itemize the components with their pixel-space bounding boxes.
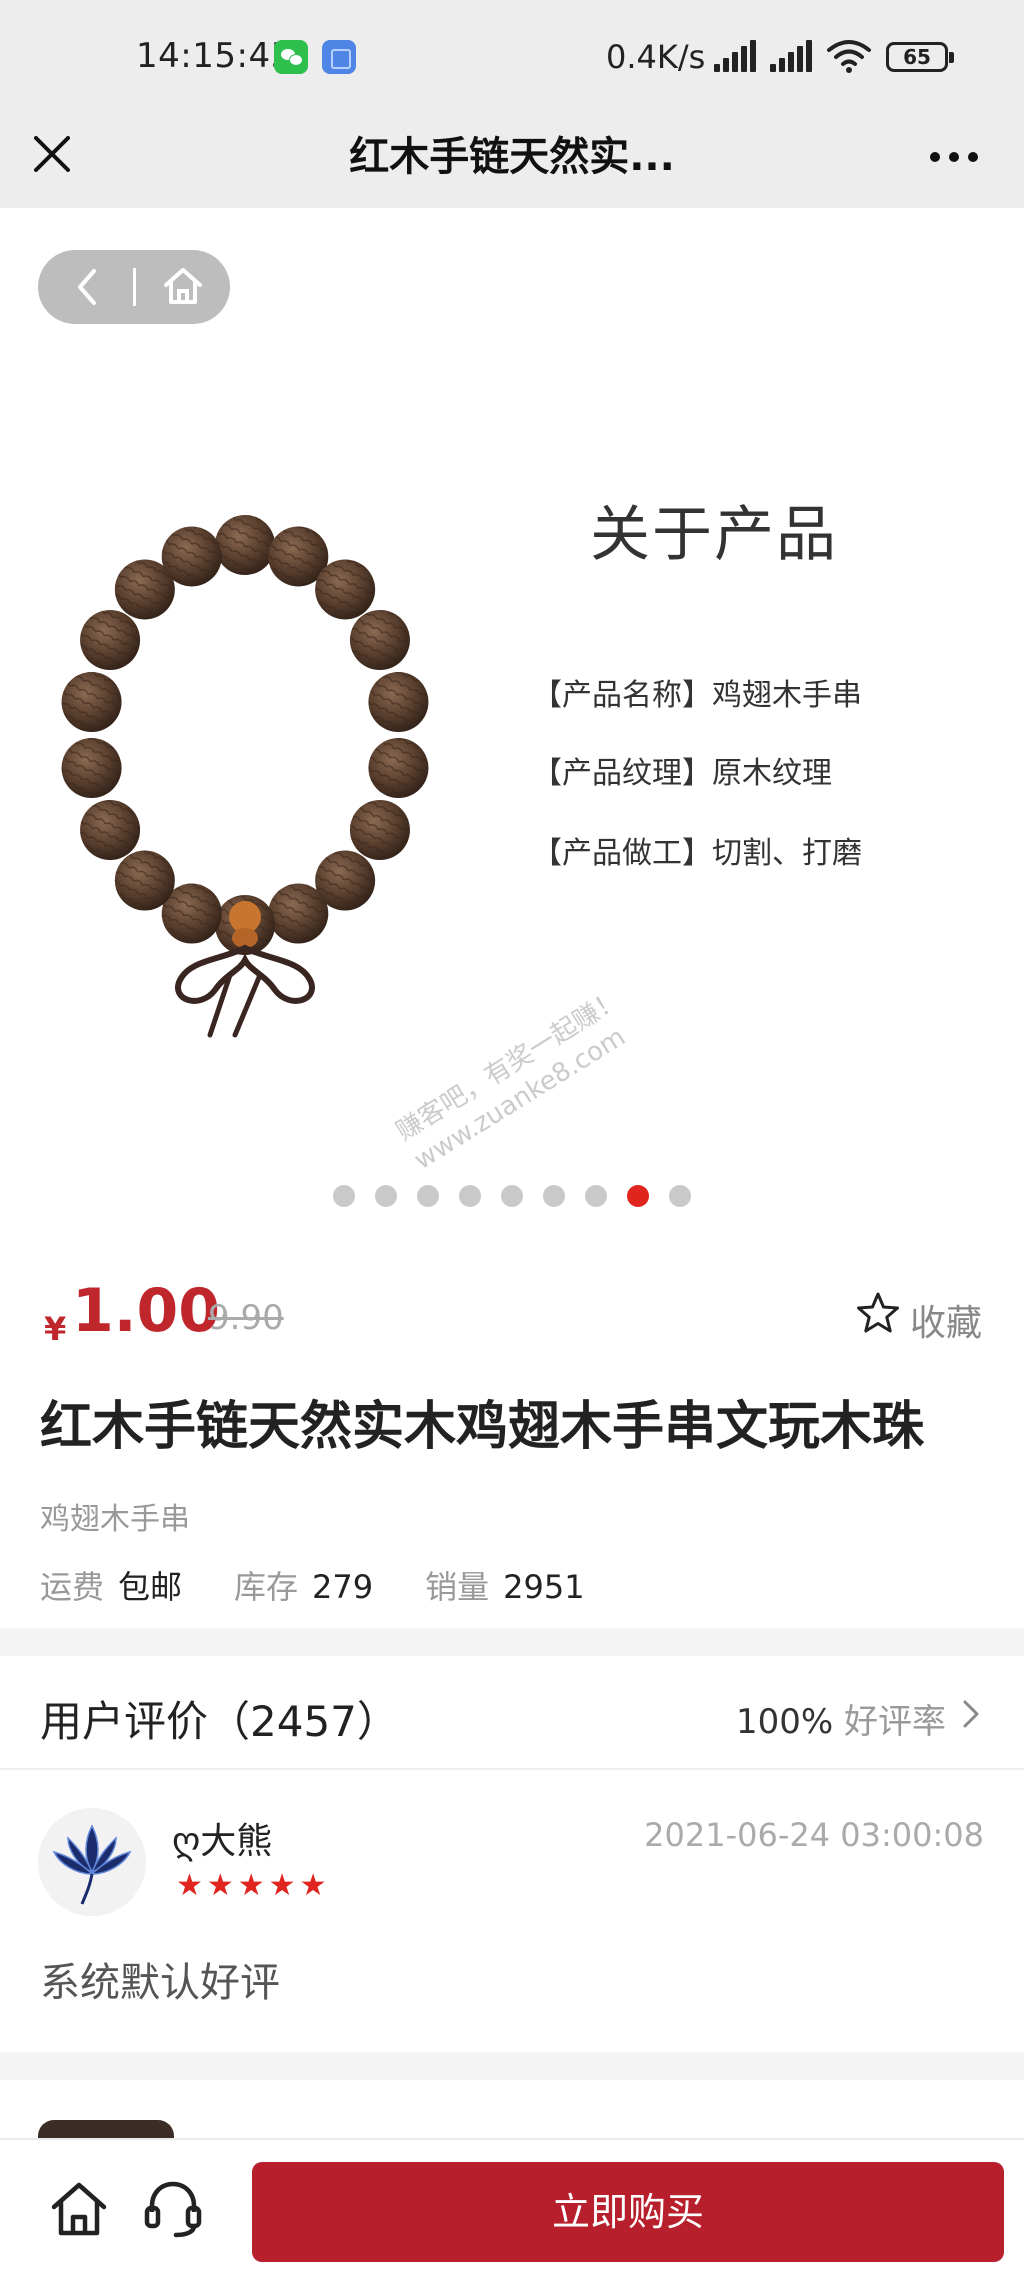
positive-rate-label: 好评率 <box>844 1702 946 1742</box>
positive-rate: 100% 好评率 <box>736 1694 946 1743</box>
nav-pill-divider <box>133 268 136 306</box>
star-icon <box>857 1292 899 1333</box>
favorite-label: 收藏 <box>910 1303 983 1344</box>
reviews-section: 用户评价（2457） 100% 好评率 ღ大熊 ★★★★★ 2021-06-24… <box>0 1656 1024 2052</box>
wifi-icon <box>827 40 871 73</box>
image-heading: 关于产品 <box>590 500 838 570</box>
review-item <box>0 2080 1024 2150</box>
review-item: ღ大熊 ★★★★★ 2021-06-24 03:00:08 系统默认好评 <box>0 1772 1024 2052</box>
carousel-dot[interactable] <box>375 1185 397 1207</box>
review-username: ღ大熊 <box>172 1821 273 1862</box>
review-stars: ★★★★★ <box>176 1868 331 1903</box>
back-icon[interactable] <box>68 267 108 307</box>
battery-icon: 65 <box>886 42 954 72</box>
product-meta: 运费 包邮 库存 279 销量 2951 <box>40 1562 637 1608</box>
title-bar: 红木手链天然实... <box>0 112 1024 208</box>
customer-service-icon[interactable] <box>140 2176 206 2242</box>
wechat-icon <box>274 40 308 74</box>
signal-icon <box>770 40 816 72</box>
buy-now-button[interactable]: 立即购买 <box>252 2162 1004 2262</box>
status-time: 14:15:45 <box>136 36 293 76</box>
shipping-label: 运费 <box>40 1568 105 1606</box>
product-title: 红木手链天然实木鸡翅木手串文玩木珠 <box>40 1397 925 1457</box>
carousel-dot[interactable] <box>585 1185 607 1207</box>
positive-rate-value: 100% <box>735 1702 834 1742</box>
bracelet-image <box>61 515 429 1038</box>
currency-symbol: ¥ <box>44 1310 67 1348</box>
carousel-dot[interactable] <box>459 1185 481 1207</box>
bottom-action-bar: 立即购买 <box>0 2138 1024 2276</box>
carousel-dots <box>0 1185 1024 1215</box>
carousel-dot[interactable] <box>333 1185 355 1207</box>
sales-label: 销量 <box>425 1568 490 1606</box>
carousel-dot[interactable] <box>501 1185 523 1207</box>
home-icon[interactable] <box>46 2176 112 2242</box>
product-subtitle: 鸡翅木手串 <box>40 1502 190 1537</box>
image-spec-texture: 【产品纹理】原木纹理 <box>532 756 832 791</box>
more-icon[interactable] <box>926 136 982 176</box>
home-icon[interactable] <box>160 263 206 309</box>
carousel-dot[interactable] <box>417 1185 439 1207</box>
stock-label: 库存 <box>234 1568 299 1606</box>
chevron-right-icon <box>963 1700 979 1728</box>
page-title: 红木手链天然实... <box>349 134 675 180</box>
reviews-header[interactable]: 用户评价（2457） 100% 好评率 <box>0 1656 1024 1770</box>
price-row: ¥ 1.00 9.90 收藏 <box>40 1276 984 1356</box>
stock-value: 279 <box>312 1568 374 1606</box>
carousel-dot[interactable] <box>627 1185 649 1207</box>
current-price: 1.00 <box>72 1276 221 1346</box>
network-speed: 0.4K/s <box>606 38 706 76</box>
favorite-button[interactable]: 收藏 <box>854 1290 984 1344</box>
sales-value: 2951 <box>503 1568 585 1606</box>
review-time: 2021-06-24 03:00:08 <box>644 1816 984 1854</box>
image-spec-craft: 【产品做工】切割、打磨 <box>532 836 862 871</box>
app-root: 14:15:45 0.4K/s 65 红木手链天然实... 关于产品 【产品名称… <box>0 0 1024 2276</box>
original-price: 9.90 <box>208 1298 284 1338</box>
reviews-title: 用户评价（2457） <box>40 1697 399 1746</box>
carousel-dot[interactable] <box>543 1185 565 1207</box>
image-spec-name: 【产品名称】鸡翅木手串 <box>532 678 862 713</box>
app-icon <box>322 40 356 74</box>
avatar <box>38 1808 146 1916</box>
status-bar: 14:15:45 0.4K/s 65 <box>0 0 1024 112</box>
signal-icon <box>714 40 760 72</box>
nav-pill <box>38 250 230 324</box>
review-text: 系统默认好评 <box>40 1960 280 2006</box>
carousel-dot[interactable] <box>669 1185 691 1207</box>
shipping-value: 包邮 <box>118 1568 183 1606</box>
